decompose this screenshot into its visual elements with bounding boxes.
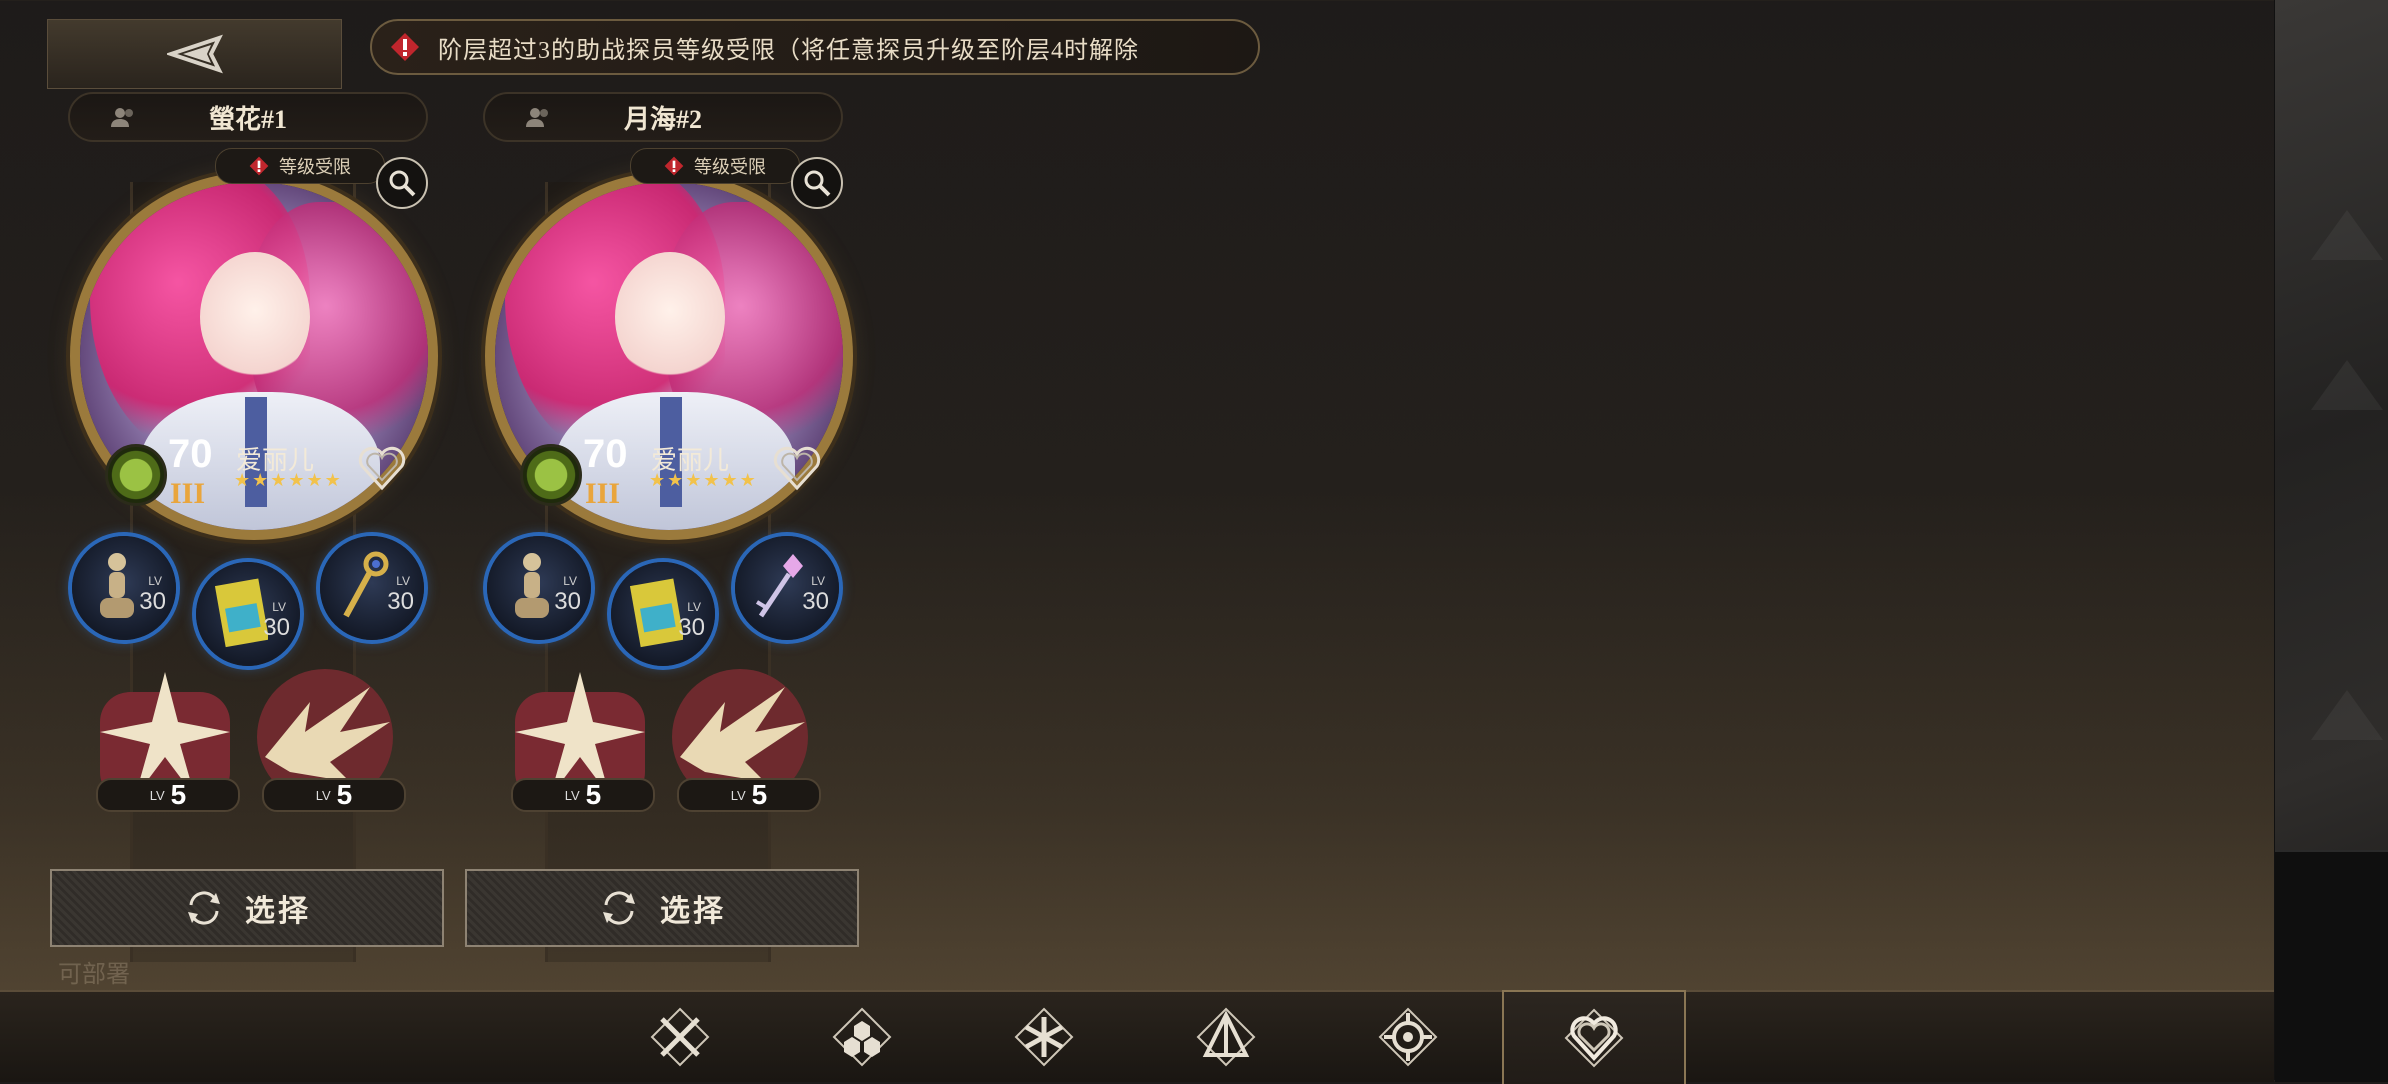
heart-icon	[1564, 1008, 1624, 1068]
skill-level-badge: LV 5	[511, 778, 655, 812]
select-label: 选择	[245, 895, 311, 928]
equip-lv-label: LV	[148, 574, 162, 588]
skills-row: LV 5 LV 5	[70, 652, 440, 822]
support-card-1: 螢花#1 等级受限 70 III 爱丽儿 ★★★★★★ LV 30 LV 30 …	[50, 92, 428, 962]
skill-level-badge: LV 5	[262, 778, 406, 812]
user-icon	[111, 108, 133, 127]
holiday-book-icon	[629, 578, 683, 648]
tab-crossed-swords[interactable]	[590, 992, 770, 1082]
star-rating: ★★★★★★	[649, 470, 758, 490]
back-arrow-icon	[166, 34, 223, 74]
equipment-slot[interactable]: LV 30	[487, 536, 591, 640]
crosshair-icon	[1378, 1007, 1438, 1067]
equip-level: 30	[139, 588, 166, 615]
card-owner-header: 螢花#1	[68, 92, 428, 142]
element-icon	[105, 444, 167, 506]
element-icon	[520, 444, 582, 506]
tab-pyramid[interactable]	[1136, 992, 1316, 1082]
character-level: 70	[168, 432, 213, 476]
star-rating: ★★★★★★	[234, 470, 343, 490]
level-locked-tag: 等级受限	[215, 148, 385, 184]
equip-level: 30	[263, 614, 290, 641]
equip-level: 30	[387, 588, 414, 615]
deployable-hint: 可部署	[58, 962, 130, 988]
crystal-key-icon	[755, 554, 803, 618]
support-card-2: 月海#2 等级受限 70 III 爱丽儿 ★★★★★★ LV 30 LV 30 …	[465, 92, 843, 962]
heart-icon	[358, 446, 406, 491]
equip-level: 30	[554, 588, 581, 615]
mannequin-icon	[100, 553, 134, 618]
magnifier-icon	[389, 170, 416, 197]
zoom-button[interactable]	[376, 157, 428, 209]
equip-level: 30	[678, 614, 705, 641]
triangle-decor	[2311, 210, 2383, 260]
equip-lv-label: LV	[272, 600, 286, 614]
back-button[interactable]	[47, 19, 342, 89]
mannequin-icon	[515, 553, 549, 618]
select-button-1[interactable]: 选择	[50, 869, 444, 947]
equipment-slot[interactable]: LV 30	[196, 562, 300, 666]
magnifier-icon	[804, 170, 831, 197]
owner-name: 螢花#1	[208, 104, 287, 134]
user-icon	[526, 108, 548, 127]
tab-hexagon[interactable]	[772, 992, 952, 1082]
lock-label: 等级受限	[279, 157, 351, 177]
zoom-button[interactable]	[791, 157, 843, 209]
equip-lv-label: LV	[563, 574, 577, 588]
pyramid-icon	[1196, 1007, 1256, 1067]
triangle-decor	[2311, 360, 2383, 410]
equipment-slot[interactable]: LV 30	[320, 536, 424, 640]
equip-level: 30	[802, 588, 829, 615]
lock-label: 等级受限	[694, 157, 766, 177]
warning-icon	[390, 32, 420, 62]
equipment-slot[interactable]: LV 30	[735, 536, 839, 640]
refresh-icon	[188, 891, 220, 925]
holiday-book-icon	[214, 578, 268, 648]
warning-icon	[249, 156, 269, 176]
triangle-decor	[2311, 690, 2383, 740]
equip-lv-label: LV	[687, 600, 701, 614]
character-rank: III	[170, 477, 206, 510]
skill-level-badge: LV 5	[677, 778, 821, 812]
snowflake-icon	[1014, 1007, 1074, 1067]
select-button-2[interactable]: 选择	[465, 869, 859, 947]
equipment-slot[interactable]: LV 30	[611, 562, 715, 666]
tab-crosshair[interactable]	[1318, 992, 1498, 1082]
side-box-decor	[2275, 850, 2388, 1082]
golden-key-icon	[343, 551, 389, 618]
side-scenery-panel	[2274, 0, 2388, 1082]
equip-lv-label: LV	[811, 574, 825, 588]
warning-icon	[664, 156, 684, 176]
tab-support[interactable]	[1502, 990, 1686, 1084]
heart-icon	[773, 446, 821, 491]
tab-snowflake[interactable]	[954, 992, 1134, 1082]
bottom-tab-bar	[0, 990, 2274, 1084]
skills-row: LV 5 LV 5	[485, 652, 855, 822]
skill-level-badge: LV 5	[96, 778, 240, 812]
level-locked-tag: 等级受限	[630, 148, 800, 184]
owner-name: 月海#2	[623, 104, 702, 134]
equipment-slot[interactable]: LV 30	[72, 536, 176, 640]
card-owner-header: 月海#2	[483, 92, 843, 142]
refresh-icon	[603, 891, 635, 925]
crossed-swords-icon	[650, 1007, 710, 1067]
warning-text: 阶层超过3的助战探员等级受限（将任意探员升级至阶层4时解除	[438, 37, 1139, 64]
equip-lv-label: LV	[396, 574, 410, 588]
level-restriction-banner: 阶层超过3的助战探员等级受限（将任意探员升级至阶层4时解除	[370, 19, 1260, 75]
hexagon-cluster-icon	[832, 1007, 892, 1067]
character-rank: III	[585, 477, 621, 510]
select-label: 选择	[660, 895, 726, 928]
character-level: 70	[583, 432, 628, 476]
